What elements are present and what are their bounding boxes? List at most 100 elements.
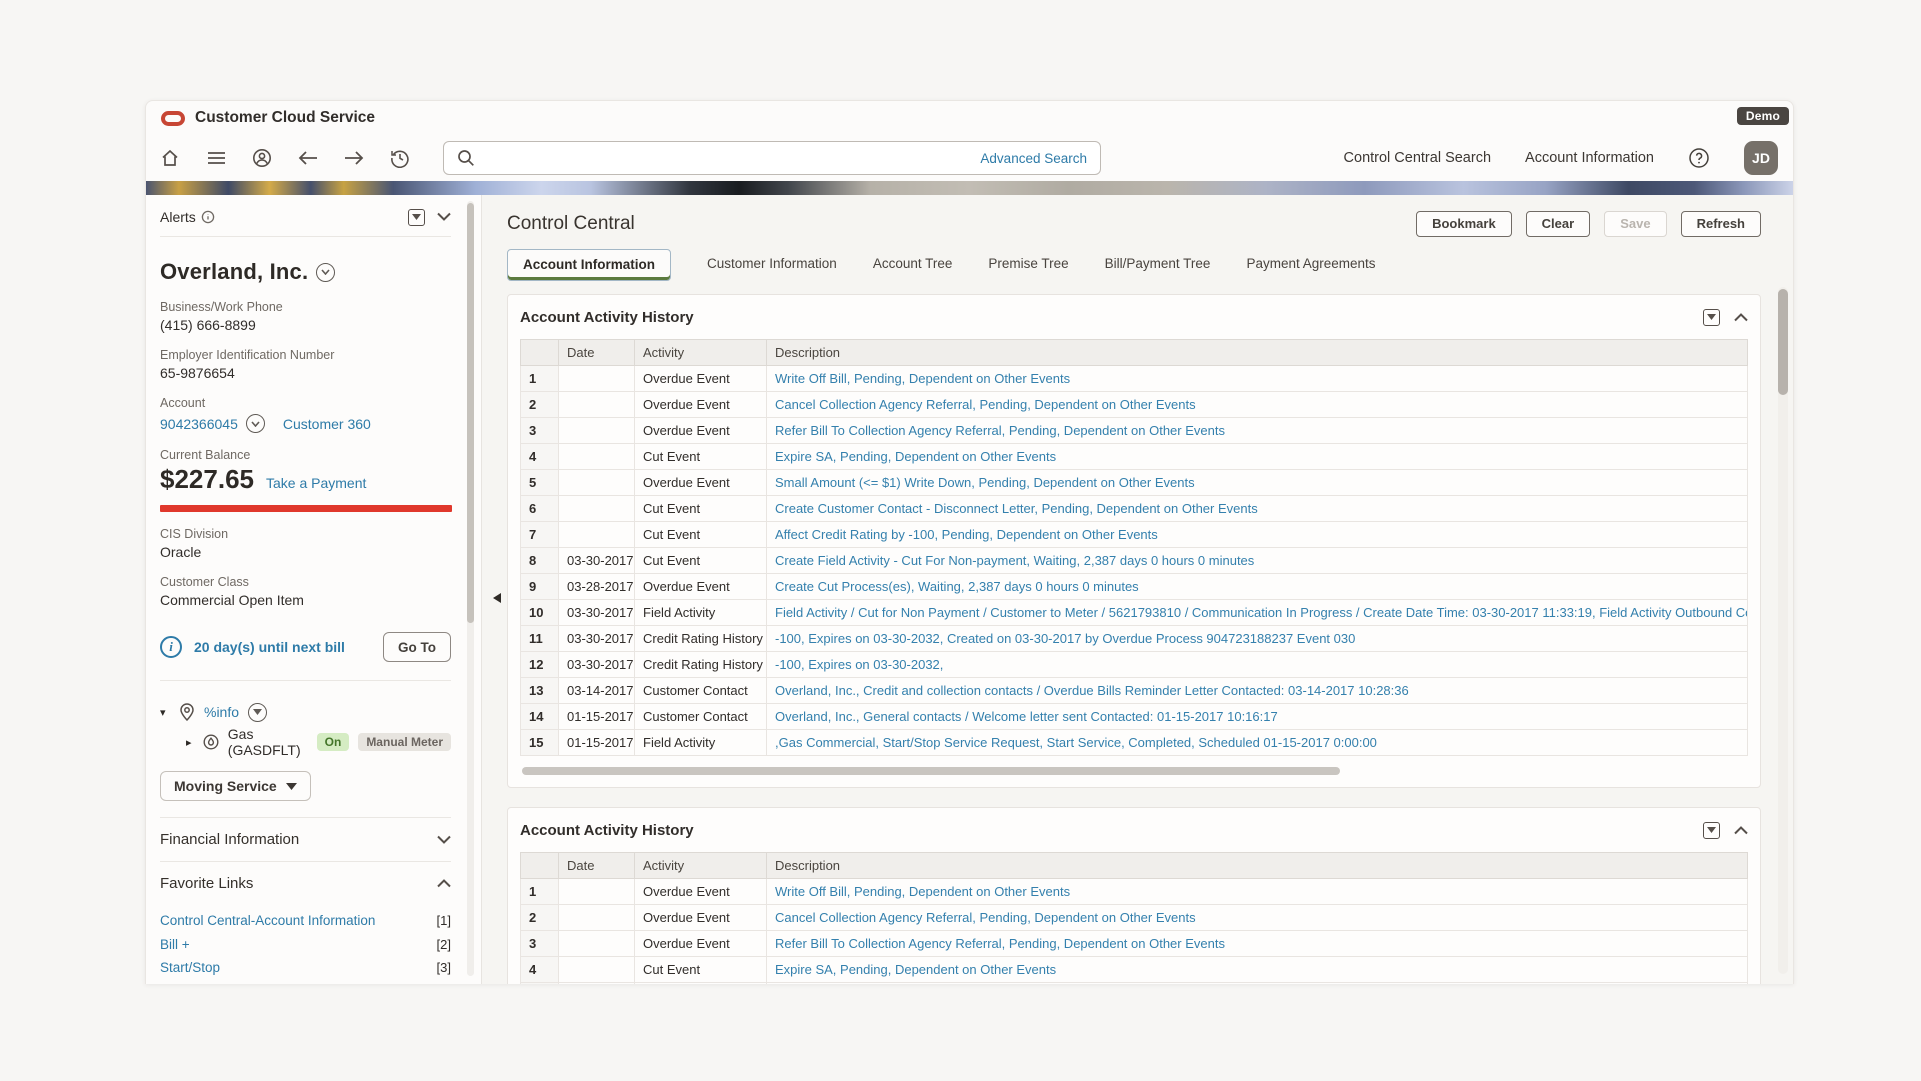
alerts-info-icon[interactable] xyxy=(201,210,215,224)
alerts-menu-icon[interactable] xyxy=(408,209,425,226)
home-icon[interactable] xyxy=(159,147,181,169)
premise-tree: ▾ %info ▸ Gas (GASD xyxy=(160,697,451,757)
tab-customer-information[interactable]: Customer Information xyxy=(707,248,837,281)
main-scrollbar-thumb[interactable] xyxy=(1778,289,1788,395)
info-icon: i xyxy=(160,636,182,658)
activity-description-link[interactable]: ,Gas Commercial, Start/Stop Service Requ… xyxy=(775,735,1377,750)
premise-info-link[interactable]: %info xyxy=(204,704,239,720)
moving-service-dropdown[interactable]: Moving Service xyxy=(160,771,311,801)
activity-description-link[interactable]: Overland, Inc., General contacts / Welco… xyxy=(775,709,1278,724)
tab-bar: Account Information Customer Information… xyxy=(507,248,1761,281)
go-to-button[interactable]: Go To xyxy=(383,632,451,662)
list-item: Case Summary [4] xyxy=(160,980,451,985)
user-profile-icon[interactable] xyxy=(251,147,273,169)
horizontal-scrollbar-thumb[interactable] xyxy=(522,767,1340,775)
table-cell: Credit Rating History xyxy=(635,626,767,652)
favorite-link-index: [3] xyxy=(437,960,451,975)
global-search-box[interactable]: Advanced Search xyxy=(443,141,1101,175)
account-information-link[interactable]: Account Information xyxy=(1525,150,1654,166)
control-central-search-link[interactable]: Control Central Search xyxy=(1344,150,1492,166)
avatar[interactable]: JD xyxy=(1744,141,1778,175)
table-cell: 1 xyxy=(521,879,559,905)
search-input[interactable] xyxy=(485,149,980,167)
activity-description-link[interactable]: Create Cut Process(es), Waiting, 2,387 d… xyxy=(775,579,1139,594)
activity-description-link[interactable]: Expire SA, Pending, Dependent on Other E… xyxy=(775,449,1056,464)
sidebar-scrollbar-thumb[interactable] xyxy=(467,203,474,623)
activity-description-link[interactable]: Expire SA, Pending, Dependent on Other E… xyxy=(775,962,1056,977)
activity-description-link[interactable]: Write Off Bill, Pending, Dependent on Ot… xyxy=(775,371,1070,386)
table-cell: Refer Bill To Collection Agency Referral… xyxy=(767,931,1748,957)
section-collapse-icon[interactable] xyxy=(1734,313,1748,322)
activity-description-link[interactable]: Refer Bill To Collection Agency Referral… xyxy=(775,936,1225,951)
favorite-link[interactable]: Control Central-Account Information xyxy=(160,913,375,928)
table-row: 5Overdue EventSmall Amount (<= $1) Write… xyxy=(521,983,1748,985)
help-icon[interactable] xyxy=(1688,147,1710,169)
activity-description-link[interactable]: Cancel Collection Agency Referral, Pendi… xyxy=(775,397,1196,412)
divider xyxy=(160,680,451,681)
account-expand-icon[interactable] xyxy=(246,414,265,433)
section-menu-icon[interactable] xyxy=(1703,309,1720,326)
save-button[interactable]: Save xyxy=(1604,211,1666,237)
column-header xyxy=(521,853,559,879)
table-cell: Refer Bill To Collection Agency Referral… xyxy=(767,418,1748,444)
table-cell: 4 xyxy=(521,957,559,983)
table-row: 7Cut EventAffect Credit Rating by -100, … xyxy=(521,522,1748,548)
tab-account-information[interactable]: Account Information xyxy=(507,249,671,281)
activity-description-link[interactable]: Write Off Bill, Pending, Dependent on Ot… xyxy=(775,884,1070,899)
clear-button[interactable]: Clear xyxy=(1526,211,1591,237)
activity-description-link[interactable]: Small Amount (<= $1) Write Down, Pending… xyxy=(775,475,1195,490)
column-header-date: Date xyxy=(559,853,635,879)
favorite-link[interactable]: Start/Stop xyxy=(160,960,220,975)
table-cell: 4 xyxy=(521,444,559,470)
customer-360-link[interactable]: Customer 360 xyxy=(283,416,371,432)
customer-name-expand-icon[interactable] xyxy=(316,263,335,282)
refresh-button[interactable]: Refresh xyxy=(1681,211,1761,237)
table-cell: Overdue Event xyxy=(635,418,767,444)
favorite-link-index: [1] xyxy=(437,913,451,928)
activity-description-link[interactable]: -100, Expires on 03-30-2032, Created on … xyxy=(775,631,1355,646)
activity-description-link[interactable]: Field Activity / Cut for Non Payment / C… xyxy=(775,605,1748,620)
favorite-link[interactable]: Bill + xyxy=(160,937,190,952)
activity-description-link[interactable]: -100, Expires on 03-30-2032, xyxy=(775,657,943,672)
chevron-down-icon[interactable] xyxy=(437,835,451,844)
section-menu-icon[interactable] xyxy=(1703,822,1720,839)
activity-description-link[interactable]: Affect Credit Rating by -100, Pending, D… xyxy=(775,527,1158,542)
table-cell: 11 xyxy=(521,626,559,652)
section-collapse-icon[interactable] xyxy=(1734,826,1748,835)
current-balance-amount: $227.65 xyxy=(160,464,254,495)
bookmark-button[interactable]: Bookmark xyxy=(1416,211,1512,237)
gas-service-icon xyxy=(203,734,219,750)
back-arrow-icon[interactable] xyxy=(297,147,319,169)
alerts-collapse-icon[interactable] xyxy=(437,208,451,226)
tab-payment-agreements[interactable]: Payment Agreements xyxy=(1246,248,1375,281)
account-number-link[interactable]: 9042366045 xyxy=(160,416,238,432)
tab-premise-tree[interactable]: Premise Tree xyxy=(988,248,1068,281)
tab-account-tree[interactable]: Account Tree xyxy=(873,248,953,281)
forward-arrow-icon[interactable] xyxy=(343,147,365,169)
activity-description-link[interactable]: Create Customer Contact - Disconnect Let… xyxy=(775,501,1258,516)
activity-description-link[interactable]: Overland, Inc., Credit and collection co… xyxy=(775,683,1409,698)
table-cell: Overdue Event xyxy=(635,470,767,496)
activity-description-link[interactable]: Create Field Activity - Cut For Non-paym… xyxy=(775,553,1254,568)
table-cell: Customer Contact xyxy=(635,704,767,730)
table-cell: ,Gas Commercial, Start/Stop Service Requ… xyxy=(767,730,1748,756)
table-row: 1Overdue EventWrite Off Bill, Pending, D… xyxy=(521,879,1748,905)
menu-icon[interactable] xyxy=(205,147,227,169)
favorite-links-section[interactable]: Favorite Links xyxy=(160,861,451,905)
activity-description-link[interactable]: Cancel Collection Agency Referral, Pendi… xyxy=(775,910,1196,925)
table-cell: Field Activity xyxy=(635,600,767,626)
history-icon[interactable] xyxy=(389,147,411,169)
activity-description-link[interactable]: Refer Bill To Collection Agency Referral… xyxy=(775,423,1225,438)
premise-expand-icon[interactable] xyxy=(248,703,267,722)
tab-bill-payment-tree[interactable]: Bill/Payment Tree xyxy=(1105,248,1211,281)
column-header-description: Description xyxy=(767,853,1748,879)
tree-expanded-icon[interactable]: ▾ xyxy=(160,706,170,719)
chevron-up-icon[interactable] xyxy=(437,879,451,888)
service-label[interactable]: Gas (GASDFLT) xyxy=(228,726,308,758)
next-bill-alert: i 20 day(s) until next bill Go To xyxy=(160,632,451,662)
take-a-payment-link[interactable]: Take a Payment xyxy=(266,475,366,491)
financial-information-section[interactable]: Financial Information xyxy=(160,817,451,861)
table-cell: 03-30-2017 xyxy=(559,652,635,678)
tree-collapsed-icon[interactable]: ▸ xyxy=(186,736,194,749)
advanced-search-link[interactable]: Advanced Search xyxy=(980,151,1087,166)
